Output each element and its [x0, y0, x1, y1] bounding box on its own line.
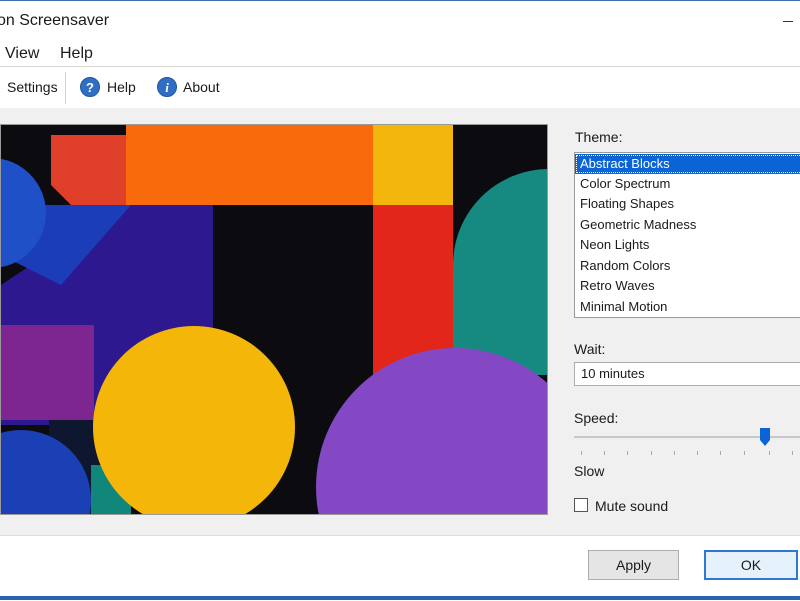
slider-tick	[627, 451, 628, 455]
menu-bar: View Help	[0, 42, 800, 66]
window-bottom-border	[0, 596, 800, 600]
slider-tick	[674, 451, 675, 455]
settings-button[interactable]: Settings	[7, 79, 58, 95]
about-button-label: About	[183, 79, 220, 95]
screensaver-preview	[0, 124, 548, 515]
slider-tick	[744, 451, 745, 455]
slider-tick	[769, 451, 770, 455]
speed-label: Speed:	[574, 410, 619, 426]
mute-checkbox[interactable]	[574, 498, 588, 512]
ok-button[interactable]: OK	[704, 550, 798, 580]
slider-tick	[792, 451, 793, 455]
window-title: on Screensaver	[0, 12, 110, 29]
wait-label: Wait:	[574, 341, 606, 357]
toolbar-separator	[65, 72, 66, 104]
help-toolbar-button[interactable]: ? Help	[80, 67, 140, 109]
slider-tick	[720, 451, 721, 455]
menu-view[interactable]: View	[5, 45, 39, 63]
theme-option-abstract-blocks[interactable]: Abstract Blocks	[575, 154, 800, 174]
theme-option-floating-shapes[interactable]: Floating Shapes	[575, 194, 800, 214]
theme-option-neon-lights[interactable]: Neon Lights	[575, 235, 800, 255]
help-icon: ?	[80, 77, 100, 97]
preview-artwork	[1, 125, 547, 514]
minimize-button[interactable]	[779, 9, 800, 33]
button-bar	[0, 535, 800, 601]
theme-option-retro-waves[interactable]: Retro Waves	[575, 276, 800, 296]
slider-tick	[604, 451, 605, 455]
about-toolbar-button[interactable]: i About	[157, 67, 227, 109]
theme-listbox[interactable]: Abstract Blocks Color Spectrum Floating …	[574, 152, 800, 318]
theme-option-geometric-madness[interactable]: Geometric Madness	[575, 215, 800, 235]
theme-option-random-colors[interactable]: Random Colors	[575, 256, 800, 276]
theme-label: Theme:	[575, 129, 623, 145]
slider-tick	[581, 451, 582, 455]
mute-label[interactable]: Mute sound	[595, 498, 668, 514]
apply-button[interactable]: Apply	[588, 550, 679, 580]
speed-slider-thumb[interactable]	[760, 428, 770, 446]
theme-option-minimal-motion[interactable]: Minimal Motion	[575, 297, 800, 317]
speed-slow-label: Slow	[574, 463, 605, 479]
help-button-label: Help	[107, 79, 136, 95]
theme-option-color-spectrum[interactable]: Color Spectrum	[575, 174, 800, 194]
slider-tick	[697, 451, 698, 455]
title-bar: on Screensaver	[0, 0, 800, 43]
menu-help[interactable]: Help	[60, 45, 93, 63]
slider-tick	[651, 451, 652, 455]
info-icon: i	[157, 77, 177, 97]
toolbar: Settings ? Help i About	[0, 66, 800, 110]
wait-select[interactable]: 10 minutes	[574, 362, 800, 386]
